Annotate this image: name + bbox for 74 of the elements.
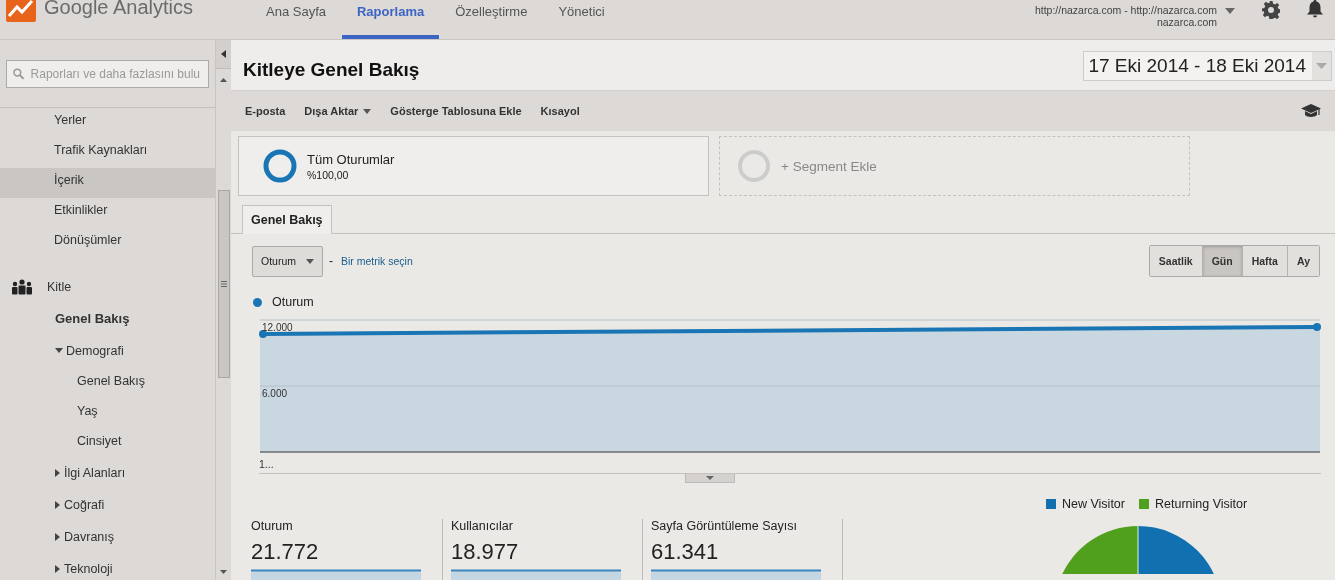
legend-label: Oturum — [272, 295, 314, 309]
logo-icon — [6, 0, 36, 22]
sidebar-item[interactable]: Davranış — [64, 529, 115, 544]
segment-name: Tüm Oturumlar — [307, 151, 395, 167]
sidebar-item[interactable]: Genel Bakış — [77, 374, 146, 388]
sidebar-item[interactable]: Genel Bakış — [55, 311, 130, 326]
metric-value: 61.341 — [651, 539, 720, 565]
sidebar-item[interactable]: Yerler — [0, 108, 215, 138]
collapse-button[interactable] — [216, 40, 231, 69]
caret-icon[interactable] — [55, 564, 61, 573]
sidebar-section[interactable]: Kitle — [47, 280, 72, 294]
report-tab[interactable]: Genel Bakış — [242, 205, 332, 234]
account-name[interactable]: nazarca.com — [1156, 16, 1217, 28]
caret-icon[interactable] — [55, 532, 61, 541]
caret-icon[interactable] — [55, 500, 61, 509]
scroll-down-icon[interactable] — [220, 570, 227, 574]
metric-label: Sayfa Görüntüleme Sayısı — [651, 519, 798, 533]
sidebar-item[interactable]: Teknoloji — [64, 561, 113, 576]
search-icon — [13, 67, 25, 80]
sidebar-item[interactable]: Trafik Kaynakları — [0, 138, 215, 168]
period-button[interactable]: Gün — [1202, 246, 1243, 276]
axis-label: 6.000 — [262, 388, 288, 399]
sidebar-item[interactable]: Yaş — [77, 404, 98, 418]
date-range-dropdown[interactable]: 17 Eki 2014 - 18 Eki 2014 — [1083, 51, 1332, 81]
graduation-cap-icon[interactable] — [1301, 104, 1321, 118]
metric-value: 18.977 — [451, 539, 520, 565]
caret-icon — [221, 50, 226, 58]
legend-label: Returning Visitor — [1155, 497, 1248, 511]
caret-icon — [306, 258, 314, 264]
toolbar-button[interactable]: E-posta — [245, 105, 286, 117]
sidebar-item[interactable]: Coğrafi — [64, 497, 105, 512]
caret-icon — [1316, 63, 1327, 69]
metric-value: 21.772 — [251, 539, 320, 565]
period-button[interactable]: Hafta — [1242, 246, 1288, 276]
scroll-up-icon[interactable] — [220, 78, 227, 82]
metric-label: Kullanıcılar — [451, 519, 514, 533]
metric-link[interactable]: Bir metrik seçin — [341, 255, 413, 267]
sidebar-item[interactable]: İçerik — [0, 168, 215, 198]
metric-label: Oturum — [251, 519, 294, 533]
expand-handle[interactable] — [684, 474, 735, 483]
period-button[interactable]: Saatlik — [1149, 246, 1203, 276]
segment-card[interactable]: Tüm Oturumlar %100,00 — [238, 136, 709, 196]
nav-tab[interactable]: Yönetici — [543, 0, 620, 35]
sidebar-item[interactable]: Demografi — [66, 343, 124, 358]
page-title: Kitleye Genel Bakış — [243, 59, 420, 81]
caret-icon — [363, 108, 372, 114]
ring-icon — [737, 149, 771, 183]
toolbar-button[interactable]: Kısayol — [540, 105, 580, 117]
people-icon — [11, 279, 33, 295]
search-field[interactable]: Raporları ve daha fazlasını bulu — [6, 59, 209, 88]
caret-icon[interactable] — [55, 468, 61, 477]
nav-tab[interactable]: Özelleştirme — [440, 0, 543, 35]
axis-label: 12.000 — [262, 322, 293, 333]
sidebar-item[interactable]: Etkinlikler — [0, 198, 215, 228]
legend-label: New Visitor — [1062, 497, 1125, 511]
sidebar-item[interactable]: Dönüşümler — [0, 228, 215, 258]
nav-tab[interactable]: Ana Sayfa — [251, 0, 341, 35]
toolbar-button[interactable]: Dışa Aktar — [304, 105, 372, 117]
ring-icon — [263, 149, 297, 183]
account-url[interactable]: http://nazarca.com - http://nazarca.com — [1034, 4, 1217, 16]
caret-icon[interactable] — [55, 347, 63, 354]
toolbar-button[interactable]: Gösterge Tablosuna Ekle — [390, 105, 522, 117]
segment-percent: %100,00 — [307, 168, 350, 181]
bell-icon[interactable] — [1307, 0, 1323, 18]
period-button[interactable]: Ay — [1287, 246, 1319, 276]
grip-icon[interactable] — [220, 281, 227, 287]
axis-label: 1... — [259, 458, 274, 470]
product-name: Google Analytics — [44, 0, 193, 19]
separator-text: - — [329, 254, 333, 268]
settings-icon[interactable] — [1262, 1, 1280, 19]
metric-dropdown[interactable]: Oturum — [252, 245, 323, 277]
sidebar-item[interactable]: İlgi Alanları — [64, 465, 126, 480]
sidebar-item[interactable]: Cinsiyet — [77, 434, 122, 448]
caret-icon[interactable] — [1225, 8, 1235, 14]
